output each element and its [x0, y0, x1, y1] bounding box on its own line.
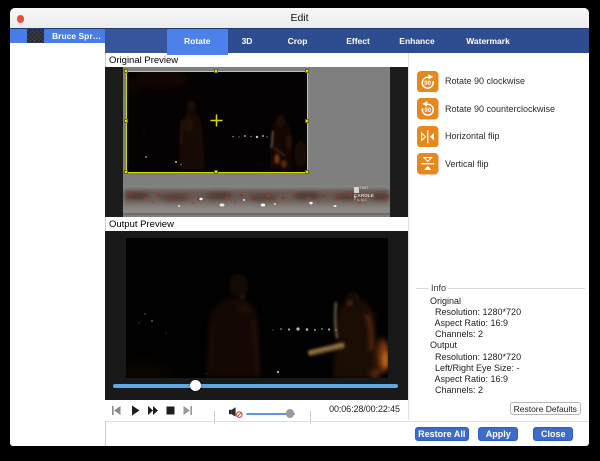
- svg-text:90: 90: [425, 81, 432, 87]
- svg-text:90: 90: [425, 108, 432, 114]
